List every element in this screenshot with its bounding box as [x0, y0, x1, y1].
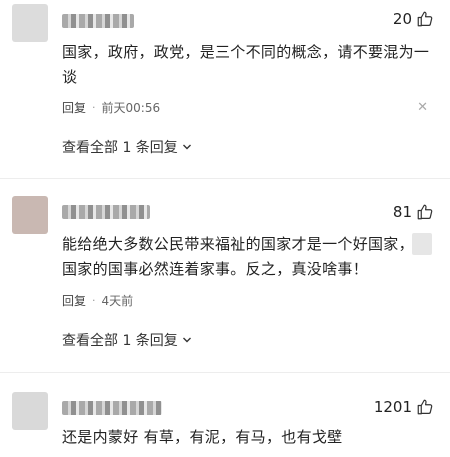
like-button[interactable]: 81: [393, 203, 434, 221]
view-all-replies[interactable]: 查看全部 1 条回复: [62, 330, 192, 350]
thumbs-up-icon: [417, 11, 433, 27]
comment-text: 能给绝大多数公民带来福祉的国家才是一个好国家， 国家的国事必然连着家事。反之，真…: [62, 232, 432, 282]
comment-text: 国家，政府，政党，是三个不同的概念，请不要混为一谈: [62, 43, 430, 86]
like-count: 20: [392, 10, 412, 28]
reply-button[interactable]: 回复: [62, 292, 86, 309]
reply-button[interactable]: 回复: [62, 99, 86, 116]
avatar[interactable]: [12, 4, 48, 42]
chevron-down-icon: [182, 144, 191, 150]
close-icon[interactable]: ✕: [417, 100, 428, 115]
username-blurred[interactable]: [62, 205, 150, 219]
separator-dot: ·: [92, 294, 96, 307]
thumbs-up-icon: [417, 204, 433, 220]
username-blurred[interactable]: [62, 401, 162, 415]
thumbs-up-icon: [417, 399, 433, 415]
timestamp: 前天00:56: [101, 101, 161, 115]
divider: [0, 372, 450, 373]
username-blurred[interactable]: [62, 14, 134, 28]
view-all-replies[interactable]: 查看全部 1 条回复: [62, 137, 192, 157]
view-all-label: 查看全部 1 条回复: [62, 333, 178, 349]
avatar[interactable]: [12, 392, 48, 430]
like-button[interactable]: 20: [393, 10, 434, 28]
comment-text-line: 能给绝大多数公民带来福祉的国家才是一个好国家，: [62, 235, 414, 253]
like-count: 1201: [373, 398, 412, 416]
like-button[interactable]: 1201: [374, 398, 434, 416]
divider: [0, 178, 450, 179]
timestamp: 4天前: [101, 294, 134, 308]
like-count: 81: [392, 203, 412, 221]
comment-meta: 回复 · 前天00:56: [62, 99, 160, 116]
separator-dot: ·: [92, 101, 96, 114]
chevron-down-icon: [182, 337, 191, 343]
view-all-label: 查看全部 1 条回复: [62, 140, 178, 156]
sticker-image: [412, 233, 432, 255]
comment-text-line: 国家的国事必然连着家事。反之，真没啥事！: [62, 260, 369, 278]
comment-text: 还是内蒙好 有草，有泥，有马，也有戈壁: [62, 428, 343, 446]
comment-meta: 回复 · 4天前: [62, 292, 133, 309]
avatar[interactable]: [12, 196, 48, 234]
